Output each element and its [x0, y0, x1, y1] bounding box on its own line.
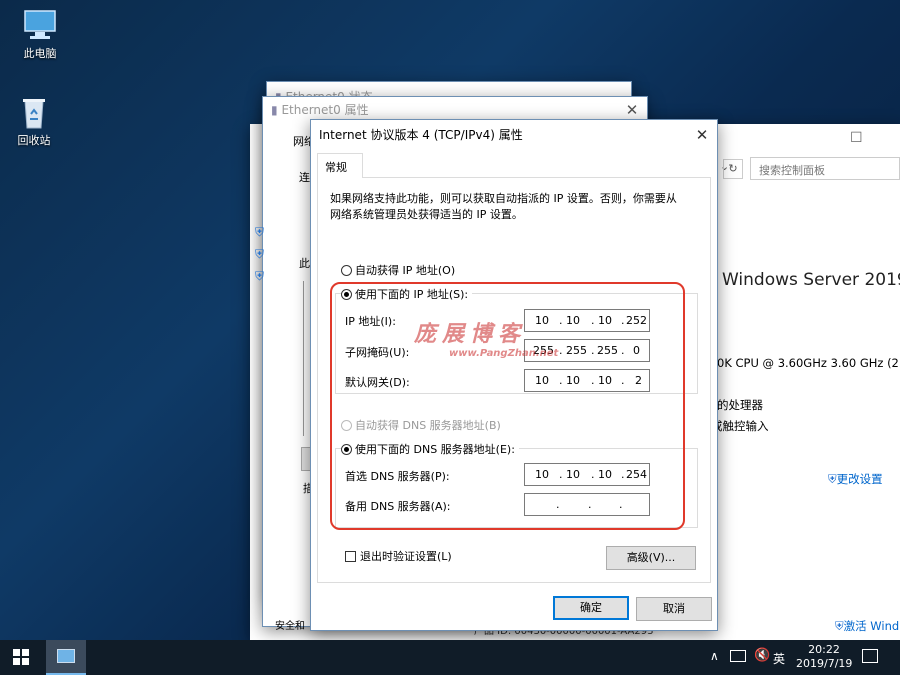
watermark-text: 庞展博客 — [414, 322, 527, 347]
ime-indicator[interactable]: 英 — [773, 650, 785, 667]
cancel-button[interactable]: 取消 — [636, 597, 712, 621]
cpu-info: 0K CPU @ 3.60GHz 3.60 GHz (2 处 — [717, 356, 900, 370]
shield-icon: ⛨ — [828, 472, 837, 486]
refresh-icon[interactable]: ↻ — [723, 159, 743, 179]
os-edition: Windows Server 2019 — [722, 270, 900, 290]
connect-using-label: 连 — [299, 171, 310, 184]
advanced-button[interactable]: 高级(V)... — [606, 546, 696, 570]
volume-muted-icon[interactable]: 🔇 — [754, 648, 770, 663]
shield-icon: ⛨ — [255, 247, 265, 261]
ipv4-properties-dialog: Internet 协议版本 4 (TCP/IPv4) 属性 ✕ 常规 如果网络支… — [310, 119, 718, 631]
control-panel-search[interactable]: 搜索控制面板 — [750, 157, 900, 180]
taskbar-control-panel-button[interactable] — [46, 640, 86, 675]
clock-time: 20:22 — [808, 643, 840, 656]
shield-icon: ⛨ — [255, 225, 265, 239]
watermark-url: www.PangZhan.net — [449, 348, 559, 359]
computer-icon — [22, 8, 58, 42]
tab-general[interactable]: 常规 — [317, 153, 363, 178]
items-label: 此 — [299, 257, 310, 270]
taskbar: ∧ 🔇 英 20:22 2019/7/19 — [0, 640, 900, 675]
security-label: 安全和 — [275, 621, 305, 632]
start-button[interactable] — [13, 649, 29, 668]
intro-text: 如果网络支持此功能，则可以获取自动指派的 IP 设置。否则，你需要从网络系统管理… — [330, 192, 677, 221]
touch-info: 或触控输入 — [711, 419, 769, 433]
activate-windows-link[interactable]: ⛨激活 Wind — [835, 618, 900, 634]
this-pc-label: 此电脑 — [23, 47, 57, 60]
notification-icon[interactable] — [862, 649, 878, 663]
maximize-icon[interactable]: ☐ — [850, 130, 863, 146]
chevron-up-icon[interactable]: ∧ — [710, 649, 719, 663]
shield-icon: ⛨ — [835, 619, 844, 633]
recycle-bin-label: 回收站 — [17, 134, 51, 147]
change-settings-link[interactable]: ⛨更改设置 — [828, 471, 883, 487]
this-pc-shortcut[interactable]: 此电脑 — [10, 8, 70, 61]
checkbox-icon — [345, 551, 356, 562]
radio-icon — [341, 265, 352, 276]
validate-checkbox[interactable]: 退出时验证设置(L) — [345, 548, 452, 564]
windows-logo-icon — [13, 649, 29, 665]
dialog-title: Internet 协议版本 4 (TCP/IPv4) 属性 — [319, 128, 523, 142]
close-icon[interactable]: ✕ — [687, 120, 717, 150]
recycle-bin-shortcut[interactable]: 回收站 — [4, 95, 64, 148]
clock-date: 2019/7/19 — [796, 657, 853, 670]
network-tray-icon[interactable] — [730, 650, 746, 662]
ok-button[interactable]: 确定 — [553, 596, 629, 620]
control-panel-icon — [57, 649, 75, 663]
auto-ip-radio[interactable]: 自动获得 IP 地址(O) — [341, 262, 455, 278]
processor-info: 的处理器 — [717, 398, 763, 412]
clock[interactable]: 20:22 2019/7/19 — [796, 643, 852, 671]
shield-icon: ⛨ — [255, 269, 265, 283]
recycle-bin-icon — [16, 95, 52, 129]
dialog-title-bar: Internet 协议版本 4 (TCP/IPv4) 属性 ✕ — [311, 120, 717, 150]
network-icon: ▮ — [271, 103, 278, 117]
